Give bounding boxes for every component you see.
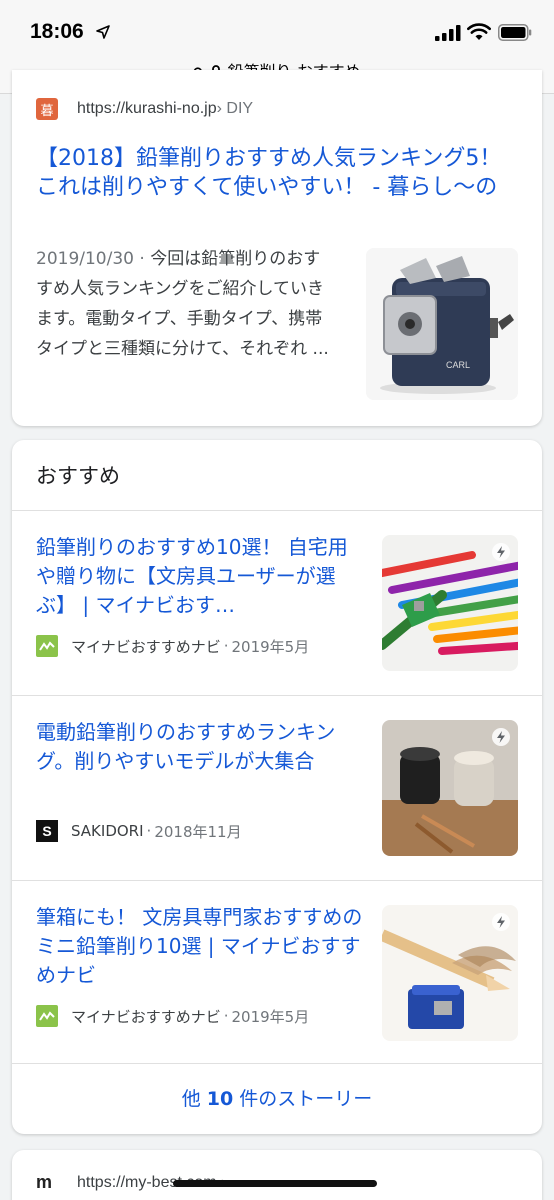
more-stories-link[interactable]: 他 10 件のストーリー	[12, 1064, 542, 1134]
location-arrow-icon	[96, 25, 110, 39]
result-snippet: 2019/10/30 · 今回は鉛筆削りのおすすめ人気ランキングをご紹介していき…	[36, 244, 336, 364]
signal-icon	[435, 25, 461, 41]
story-item[interactable]: 鉛筆削りのおすすめ10選！ 自宅用や贈り物に【文房具ユーザーが選ぶ】 | マイナ…	[12, 511, 542, 695]
result-title-link[interactable]: 【2018】鉛筆削りおすすめ人気ランキング5！これは削りやすくて使いやすい！ -…	[36, 144, 516, 202]
home-indicator[interactable]	[173, 1180, 377, 1187]
thumb-logo: CARL	[446, 360, 470, 370]
story-thumbnail-colored-pencils[interactable]	[382, 535, 518, 671]
wifi-icon	[467, 23, 491, 40]
mynavi-favicon-icon	[36, 1005, 58, 1027]
story-item[interactable]: 電動鉛筆削りのおすすめランキング。削りやすいモデルが大集合 S SAKIDORI…	[12, 696, 542, 880]
story-thumbnail-mini-sharpener[interactable]	[382, 905, 518, 1041]
result-site-row: 暮 https://kurashi-no.jp › DIY	[36, 98, 253, 120]
story-source-row: マイナビおすすめナビ · 2019年5月	[36, 635, 309, 657]
top-stories-heading: おすすめ	[36, 464, 120, 488]
amp-lightning-icon	[492, 913, 510, 931]
story-item[interactable]: 筆箱にも！ 文房具専門家おすすめのミニ鉛筆削り10選 | マイナビおすすめナビ …	[12, 881, 542, 1065]
story-source-row: マイナビおすすめナビ · 2019年5月	[36, 1005, 309, 1027]
story-date: 2018年11月	[154, 822, 242, 841]
sakidori-favicon-icon: S	[36, 820, 58, 842]
amp-lightning-icon	[492, 543, 510, 561]
more-stories-prefix: 他	[181, 1088, 207, 1110]
separator-dot: ·	[223, 1007, 229, 1025]
battery-icon	[498, 24, 532, 41]
story-title-link[interactable]: 筆箱にも！ 文房具専門家おすすめのミニ鉛筆削り10選 | マイナビおすすめナビ	[36, 903, 366, 990]
story-source-name: マイナビおすすめナビ	[71, 637, 221, 656]
site-favicon: 暮	[36, 98, 58, 120]
result-url: https://kurashi-no.jp	[77, 100, 217, 117]
result-date: 2019/10/30 ·	[36, 249, 151, 269]
more-stories-count: 10	[206, 1088, 234, 1110]
story-date: 2019年5月	[231, 637, 310, 656]
result-breadcrumb: › DIY	[216, 100, 254, 117]
separator-dot: ·	[146, 822, 152, 840]
status-time: 18:06	[30, 20, 84, 43]
search-result-card[interactable]: m https://my-best.com › ...	[12, 1150, 542, 1200]
story-title-link[interactable]: 鉛筆削りのおすすめ10選！ 自宅用や贈り物に【文房具ユーザーが選ぶ】 | マイナ…	[36, 533, 366, 620]
result-thumbnail-pencil-sharpener[interactable]: CARL	[366, 248, 518, 400]
story-thumbnail-electric-sharpeners[interactable]	[382, 720, 518, 856]
story-title-link[interactable]: 電動鉛筆削りのおすすめランキング。削りやすいモデルが大集合	[36, 718, 366, 805]
story-source-name: SAKIDORI	[71, 822, 144, 840]
site-favicon: m	[36, 1172, 53, 1192]
amp-lightning-icon	[492, 728, 510, 746]
story-date: 2019年5月	[231, 1007, 310, 1026]
story-source-row: S SAKIDORI · 2018年11月	[36, 820, 242, 842]
more-stories-suffix: 件のストーリー	[233, 1088, 373, 1110]
mynavi-favicon-icon	[36, 635, 58, 657]
top-stories-card: おすすめ 鉛筆削りのおすすめ10選！ 自宅用や贈り物に【文房具ユーザーが選ぶ】 …	[12, 440, 542, 1134]
search-result-card[interactable]: 暮 https://kurashi-no.jp › DIY 【2018】鉛筆削り…	[12, 70, 542, 426]
separator-dot: ·	[223, 637, 229, 655]
story-source-name: マイナビおすすめナビ	[71, 1007, 221, 1026]
